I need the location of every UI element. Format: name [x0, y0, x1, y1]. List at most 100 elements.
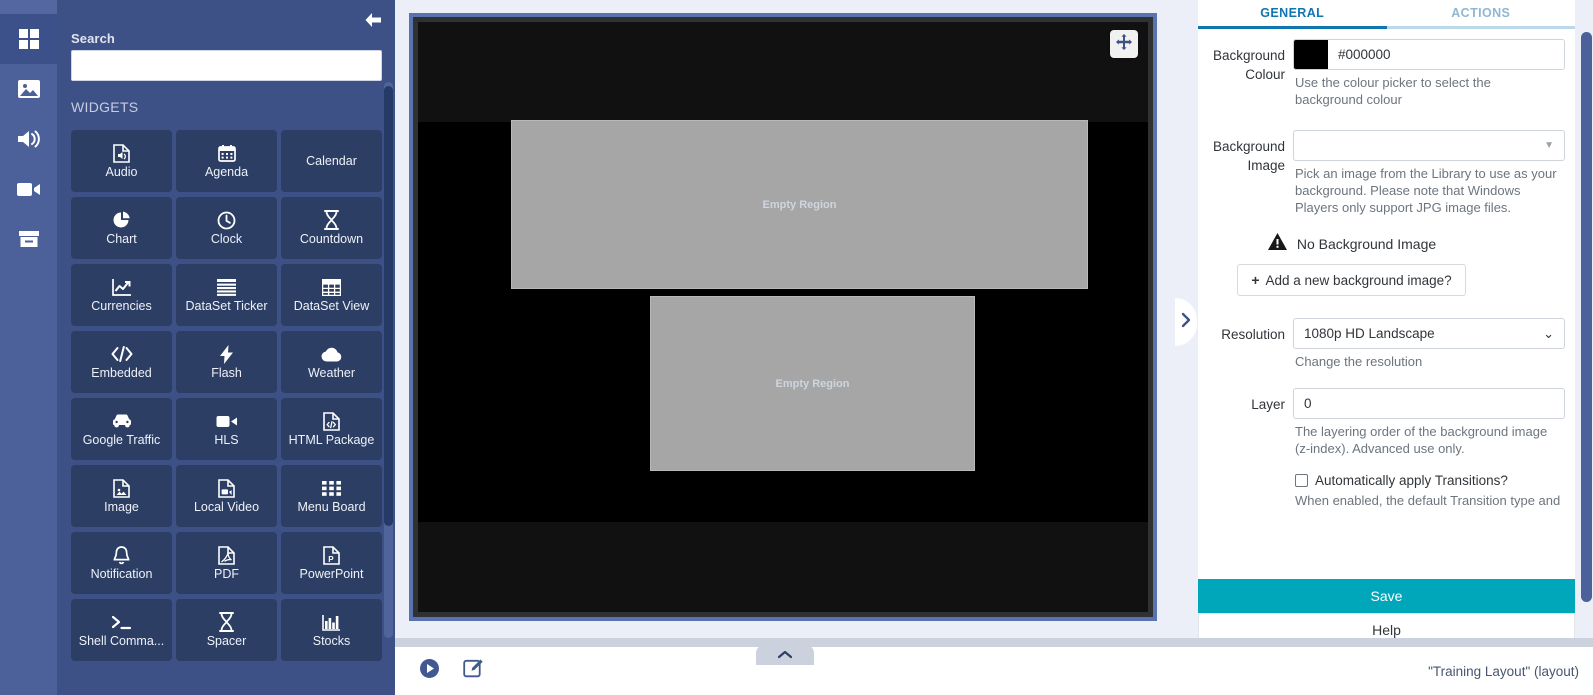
resolution-select[interactable]: 1080p HD Landscape ⌄ — [1293, 318, 1565, 349]
widget-tile-calendar[interactable]: Calendar — [281, 130, 382, 192]
preview-play-button[interactable] — [417, 659, 441, 683]
widget-tile-spacer[interactable]: Spacer — [176, 599, 277, 661]
widget-tile-shell-comma[interactable]: Shell Comma... — [71, 599, 172, 661]
add-background-image-button[interactable]: + Add a new background image? — [1237, 264, 1466, 296]
grid-icon — [17, 27, 41, 51]
widget-tile-label: Flash — [211, 365, 242, 380]
widget-tile-countdown[interactable]: Countdown — [281, 197, 382, 259]
widget-tile-label: PDF — [214, 566, 239, 581]
background-image-select[interactable]: ▼ — [1293, 130, 1565, 161]
widget-tile-notification[interactable]: Notification — [71, 532, 172, 594]
image-icon — [17, 78, 41, 100]
widget-tile-weather[interactable]: Weather — [281, 331, 382, 393]
image-file-icon — [113, 478, 130, 498]
canvas-collapse-tab[interactable] — [756, 645, 814, 665]
widgets-scroll-area: Audio Agenda Calendar Chart Clock Countdown Cu… — [57, 130, 395, 695]
canvas-bottom-band — [418, 522, 1148, 612]
rail-item-layouts[interactable] — [0, 14, 57, 64]
widget-tile-hls[interactable]: HLS — [176, 398, 277, 460]
video-camera-icon — [16, 179, 42, 199]
layout-region-2[interactable]: Empty Region — [650, 296, 975, 471]
widget-tile-label: DataSet Ticker — [185, 298, 268, 313]
widget-tile-label: Embedded — [91, 365, 152, 380]
widget-tile-google-traffic[interactable]: Google Traffic — [71, 398, 172, 460]
canvas-move-handle[interactable] — [1110, 30, 1138, 58]
widget-tile-dataset-view[interactable]: DataSet View — [281, 264, 382, 326]
svg-text:P: P — [328, 555, 334, 564]
widget-tile-label: Currencies — [91, 298, 152, 313]
widget-tile-clock[interactable]: Clock — [176, 197, 277, 259]
edit-layout-button[interactable] — [461, 659, 485, 683]
widget-tile-label: DataSet View — [293, 298, 370, 313]
no-background-image-notice: No Background Image — [1198, 218, 1565, 264]
rail-item-archive[interactable] — [0, 214, 57, 264]
rail-item-images[interactable] — [0, 64, 57, 114]
widget-tile-label: Calendar — [306, 154, 357, 168]
widget-tile-flash[interactable]: Flash — [176, 331, 277, 393]
move-arrows-icon — [1116, 33, 1132, 55]
arrow-left-icon[interactable] — [361, 8, 385, 32]
transitions-label-spacer — [1198, 473, 1293, 509]
properties-panel: GENERAL ACTIONS Background Colour Use th… — [1175, 0, 1593, 695]
tab-actions[interactable]: ACTIONS — [1386, 0, 1575, 29]
widget-tile-currencies[interactable]: Currencies — [71, 264, 172, 326]
widget-tile-label: HLS — [214, 432, 239, 447]
widget-tile-html-package[interactable]: HTML Package — [281, 398, 382, 460]
auto-transitions-checkbox[interactable] — [1295, 474, 1308, 487]
widget-tile-local-video[interactable]: Local Video — [176, 465, 277, 527]
chevron-down-icon: ⌄ — [1543, 325, 1554, 341]
transitions-help: When enabled, the default Transition typ… — [1295, 493, 1561, 508]
save-button[interactable]: Save — [1198, 579, 1575, 613]
dots-grid-icon — [322, 479, 341, 498]
background-colour-swatch[interactable] — [1294, 40, 1328, 69]
region-label: Empty Region — [775, 377, 850, 390]
widget-tile-image[interactable]: Image — [71, 465, 172, 527]
layer-input[interactable] — [1293, 388, 1565, 419]
plus-icon: + — [1251, 272, 1260, 288]
layout-preview[interactable]: Empty Region Empty Region — [418, 22, 1148, 612]
widget-tile-agenda[interactable]: Agenda — [176, 130, 277, 192]
layout-region-1[interactable]: Empty Region — [511, 120, 1088, 289]
caret-down-icon: ▼ — [1544, 140, 1554, 151]
background-image-label: Background Image — [1212, 139, 1285, 173]
sidebar-scrollbar-thumb[interactable] — [384, 86, 393, 526]
widget-tile-label: Countdown — [299, 231, 364, 246]
hourglass-icon — [323, 210, 340, 230]
chevron-right-icon — [1181, 312, 1191, 333]
background-colour-input[interactable] — [1328, 40, 1564, 69]
rail-item-audio[interactable] — [0, 114, 57, 164]
panel-expand-handle[interactable] — [1175, 298, 1197, 346]
widget-tile-dataset-ticker[interactable]: DataSet Ticker — [176, 264, 277, 326]
line-chart-icon — [111, 278, 132, 297]
rail-item-video[interactable] — [0, 164, 57, 214]
widget-tile-chart[interactable]: Chart — [71, 197, 172, 259]
widgets-sidebar: Search WIDGETS Audio Agenda Calendar Chart C… — [57, 0, 395, 695]
widget-tile-label: Agenda — [204, 164, 249, 179]
widget-tile-label: Spacer — [206, 633, 247, 648]
widget-tile-powerpoint[interactable]: P PowerPoint — [281, 532, 382, 594]
play-circle-icon — [419, 658, 440, 684]
background-colour-row: Background Colour Use the colour picker … — [1198, 39, 1565, 108]
region-label: Empty Region — [762, 198, 837, 211]
panel-form-body: Background Colour Use the colour picker … — [1198, 29, 1575, 579]
widget-tile-stocks[interactable]: Stocks — [281, 599, 382, 661]
widget-tile-audio[interactable]: Audio — [71, 130, 172, 192]
video-file-icon — [218, 478, 235, 498]
add-background-image-label: Add a new background image? — [1265, 272, 1452, 288]
status-layout-name: "Training Layout" (layout) — [1428, 663, 1579, 679]
widget-tile-label: Notification — [90, 566, 153, 581]
widget-tile-label: Local Video — [193, 499, 260, 514]
widget-tile-embedded[interactable]: Embedded — [71, 331, 172, 393]
panel-scrollbar-thumb[interactable] — [1581, 32, 1592, 602]
search-input[interactable] — [71, 50, 382, 81]
widget-tile-label: Chart — [106, 231, 137, 246]
tab-general[interactable]: GENERAL — [1198, 0, 1387, 29]
widget-tile-pdf[interactable]: PDF — [176, 532, 277, 594]
search-label: Search — [71, 31, 115, 46]
widget-tile-label: Weather — [307, 365, 355, 380]
canvas-wrapper: Empty Region Empty Region — [409, 13, 1157, 621]
widget-tile-menu-board[interactable]: Menu Board — [281, 465, 382, 527]
widgets-grid: Audio Agenda Calendar Chart Clock Countdown Cu… — [71, 130, 382, 661]
panel-footer: Save Help — [1198, 579, 1575, 647]
audio-file-icon — [113, 143, 130, 163]
